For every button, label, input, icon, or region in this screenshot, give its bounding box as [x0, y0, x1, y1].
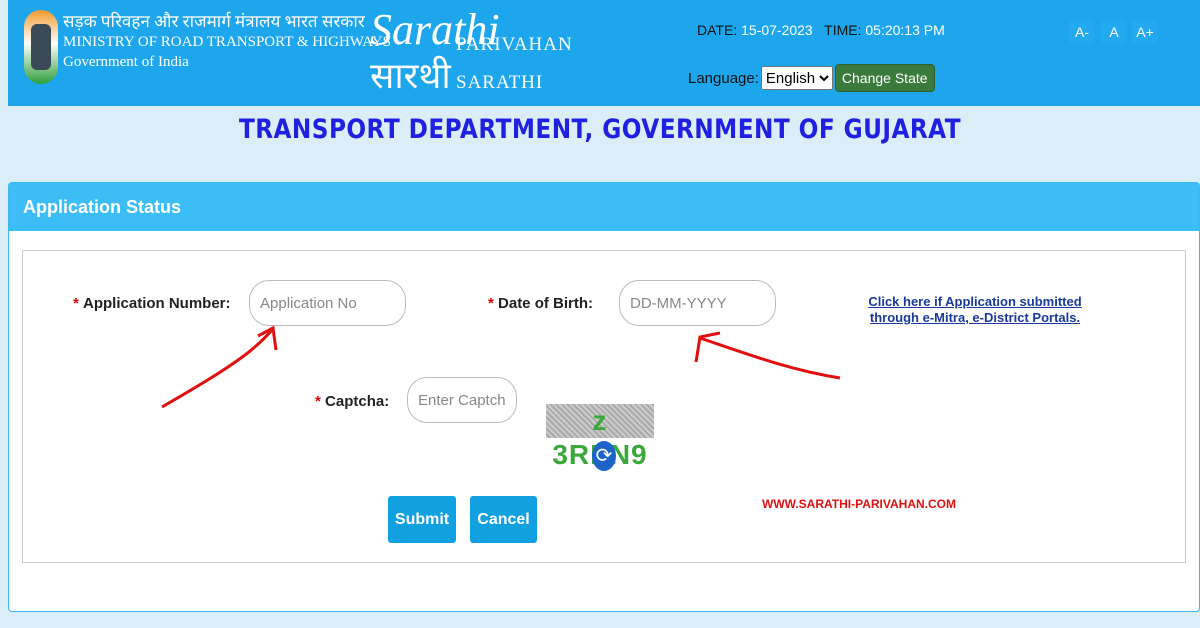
arrowhead-icon	[694, 331, 721, 363]
arrow-to-application-number	[161, 329, 274, 409]
arrowhead-icon	[257, 325, 278, 351]
annotation-arrows	[161, 325, 841, 409]
arrow-to-dob	[699, 336, 841, 380]
